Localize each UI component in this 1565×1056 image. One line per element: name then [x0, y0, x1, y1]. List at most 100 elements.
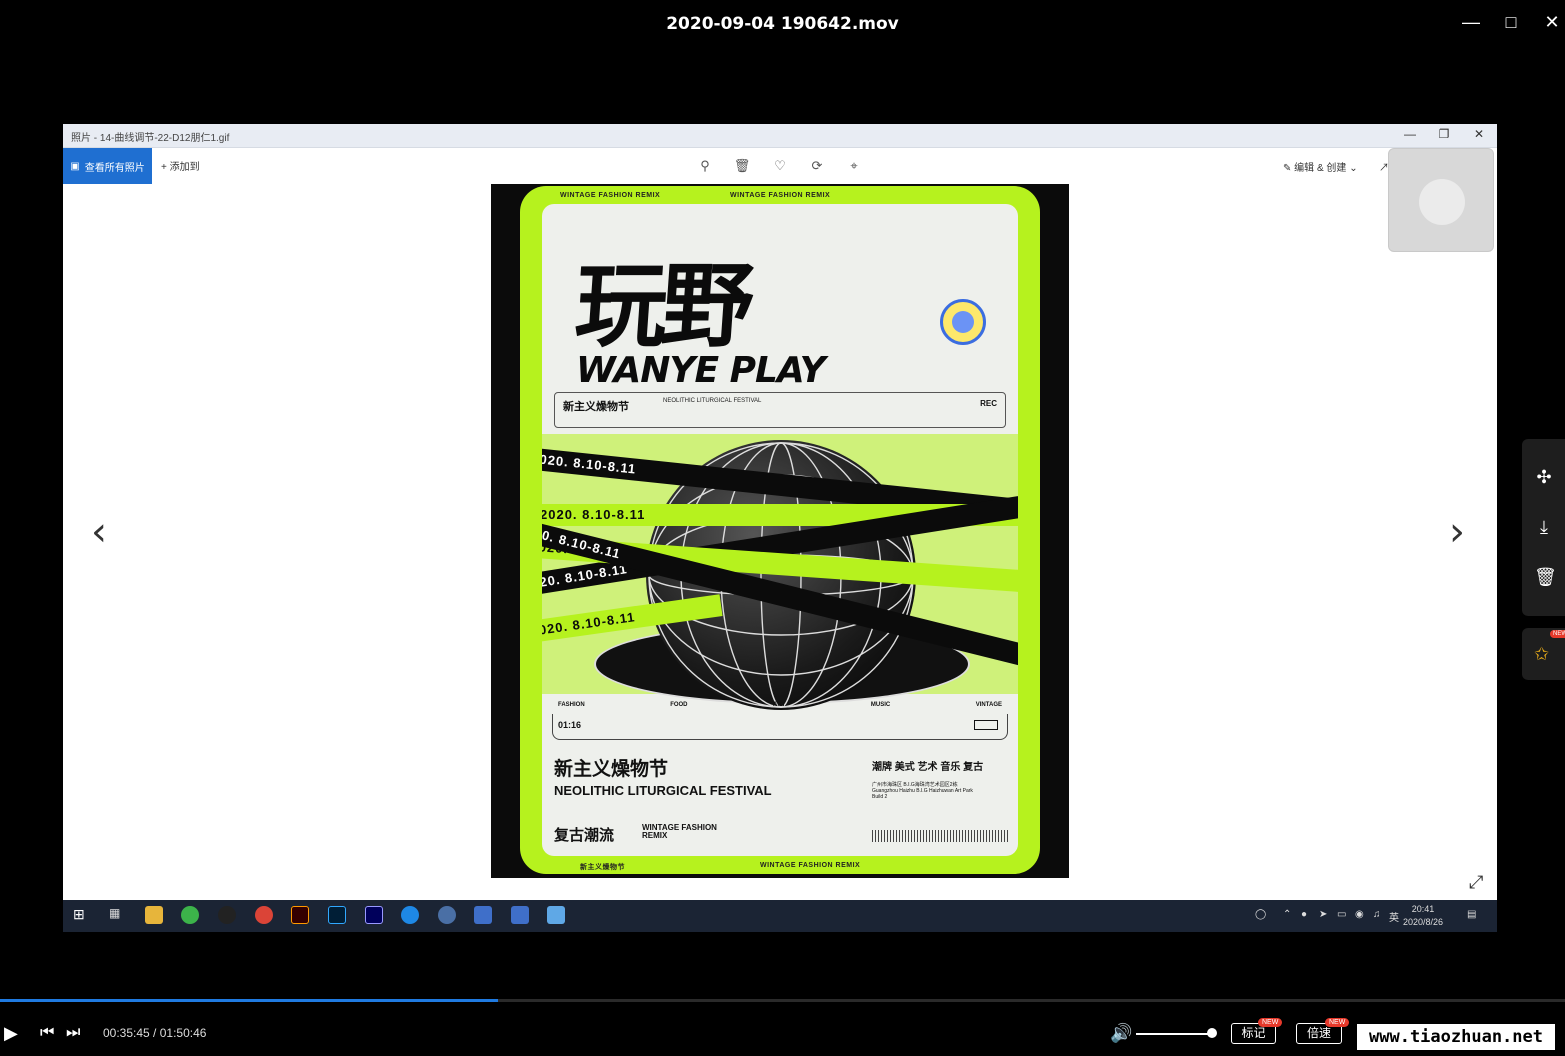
- scale-time: 01:16: [558, 720, 582, 730]
- speaker-icon: ♫: [1373, 909, 1381, 920]
- rotate-icon: ⟳: [811, 158, 823, 173]
- video-player-window: 2020-09-04 190642.mov — □ ✕ 照片 - 14-曲线调节…: [0, 0, 1565, 1056]
- file-explorer-icon: [145, 906, 163, 924]
- scale-label: ART: [773, 702, 786, 708]
- illustrator-icon: [291, 906, 309, 924]
- photos-app-icon: [547, 906, 565, 924]
- poster-edge-text-top: WINTAGE FASHION REMIX: [730, 192, 831, 199]
- minimize-icon[interactable]: —: [1458, 10, 1484, 34]
- scale-frame: [552, 714, 1008, 740]
- poster-background: WINTAGE FASHION REMIX WINTAGE FASHION RE…: [520, 186, 1040, 874]
- qq-icon: [218, 906, 236, 924]
- chrome-icon: [255, 906, 273, 924]
- close-icon[interactable]: ✕: [1539, 10, 1565, 34]
- photos-restore-icon: ❐: [1438, 127, 1450, 141]
- taskbar-date: 2020/8/26: [1403, 917, 1444, 927]
- photos-app-titlebar: 照片 - 14-曲线调节-22-D12朋仁1.gif — ❐ ✕: [63, 124, 1497, 148]
- browser-icon: [401, 906, 419, 924]
- seek-bar-fill: [0, 999, 498, 1002]
- expand-icon: ⤢: [1469, 872, 1484, 892]
- time-separator: /: [149, 1026, 160, 1040]
- poster-edge-text-bottom-cn: 新主义燥物节: [580, 864, 625, 871]
- poster-scale-bar: FASHION FOOD ART MUSIC VINTAGE 01:16: [552, 702, 1008, 740]
- poster-info-box: 新主义燥物节 NEOLITHIC LITURGICAL FESTIVAL REC: [554, 392, 1006, 428]
- play-icon[interactable]: ▶: [4, 1023, 18, 1044]
- plus-icon: +: [161, 162, 167, 173]
- chevron-down-icon: ⌄: [1349, 163, 1358, 174]
- poster-date: 2020. 8.10-8.11: [542, 507, 646, 522]
- people-icon: ◯: [1255, 909, 1267, 920]
- new-badge: NEW: [1325, 1018, 1350, 1027]
- volume-slider[interactable]: [1136, 1033, 1212, 1035]
- volume-icon[interactable]: 🔊: [1110, 1023, 1132, 1044]
- seek-bar[interactable]: [0, 999, 1565, 1002]
- new-badge: NEW: [1550, 630, 1565, 638]
- task-view-icon: ▦: [109, 906, 121, 920]
- edit-icon: ✎: [1283, 163, 1292, 174]
- photos-close-icon: ✕: [1473, 127, 1485, 141]
- view-all-photos-label: 查看所有照片: [84, 162, 145, 174]
- previous-photo-icon: ‹: [91, 509, 107, 555]
- microphone-icon: ●: [1301, 909, 1308, 920]
- powerpoint-style-icon: [511, 906, 529, 924]
- share-icon[interactable]: ✣: [1534, 467, 1554, 489]
- trash-icon[interactable]: 🗑: [1534, 567, 1557, 589]
- add-to-label: 添加到: [169, 162, 200, 173]
- poster-rec-label: REC: [980, 399, 997, 408]
- photoshop-icon: [328, 906, 346, 924]
- windows-taskbar: ⊞ ▦ ◯ ⌃ ● ➤ ▭ ◉ ♫ 英 20:41 2020/8/26 ▤: [63, 900, 1497, 932]
- floating-assistive-button: [1388, 148, 1494, 252]
- poster-edge-text-top: WINTAGE FASHION REMIX: [560, 192, 661, 199]
- poster-title-en: NEOLITHIC LITURGICAL FESTIVAL: [554, 783, 772, 798]
- previous-icon[interactable]: ⏮: [40, 1024, 54, 1042]
- video-frame[interactable]: 照片 - 14-曲线调节-22-D12朋仁1.gif — ❐ ✕ ▣ 查看所有照…: [63, 124, 1497, 932]
- photos-toolbar: ▣ 查看所有照片 + 添加到 ⚲ 🗑 ♡ ⟳ ⌖ ✎ 编辑 & 创建 ⌄ ↗ 分…: [63, 148, 1497, 184]
- side-tool-panel: ✣ ⤓ 🗑: [1522, 439, 1565, 616]
- player-controls: ▶ ⏮ ⏭ 00:35:45 / 01:50:46 🔊 标记 NEW 倍速 NE…: [0, 1010, 1565, 1056]
- photo-icon: ▣: [70, 160, 80, 172]
- taskbar-clock: 20:41 2020/8/26: [1403, 903, 1443, 929]
- volume-slider-handle[interactable]: [1207, 1028, 1217, 1038]
- photos-minimize-icon: —: [1404, 127, 1416, 141]
- taskbar-time: 20:41: [1411, 904, 1435, 914]
- wechat-icon: [181, 906, 199, 924]
- windows-start-icon: ⊞: [73, 906, 85, 922]
- player-title-bar: 2020-09-04 190642.mov — □ ✕: [0, 0, 1565, 50]
- poster-address-en: Guangzhou Haizhu B.I.G Haizhuwan Art Par…: [872, 788, 973, 800]
- poster-tags: 潮牌 美式 艺术 音乐 复古: [872, 762, 984, 773]
- playback-time: 00:35:45 / 01:50:46: [103, 1026, 206, 1040]
- poster-hero-cn: 玩野: [571, 253, 752, 360]
- next-photo-icon: ›: [1449, 509, 1465, 555]
- smiley-badge-icon: [940, 299, 986, 345]
- delete-icon: 🗑: [733, 158, 751, 173]
- zoom-icon: ⚲: [700, 158, 710, 173]
- crop-icon: ⌖: [850, 158, 858, 173]
- poster-edge-text-bottom: WINTAGE FASHION REMIX: [760, 862, 861, 869]
- app-icon: [438, 906, 456, 924]
- poster-info-en: NEOLITHIC LITURGICAL FESTIVAL: [663, 398, 762, 404]
- scale-label: VINTAGE: [975, 702, 1002, 708]
- barcode-icon: [872, 830, 1008, 842]
- poster-title-cn: 新主义燥物节: [554, 759, 669, 780]
- scale-label: FASHION: [558, 702, 585, 708]
- current-time: 00:35:45: [103, 1026, 150, 1040]
- assistive-dot-icon: [1419, 179, 1465, 225]
- after-effects-icon: [365, 906, 383, 924]
- powerpoint-style-icon: [474, 906, 492, 924]
- battery-icon: [974, 720, 998, 730]
- pin-button[interactable]: ✩ NEW: [1522, 628, 1565, 680]
- maximize-icon[interactable]: □: [1498, 10, 1524, 34]
- add-to-button: + 添加到: [161, 158, 200, 173]
- poster-panel: 玩野 WANYE PLAY 新主义燥物节 NEOLITHIC LITURGICA…: [542, 204, 1018, 856]
- monitor-icon: ▭: [1337, 909, 1347, 920]
- notification-icon: ▤: [1467, 909, 1477, 920]
- poster-subtitle-en: WINTAGE FASHION REMIX: [642, 823, 717, 840]
- scale-label: FOOD: [670, 702, 688, 708]
- next-icon[interactable]: ⏭: [66, 1024, 80, 1042]
- download-icon[interactable]: ⤓: [1534, 517, 1554, 539]
- total-time: 01:50:46: [159, 1026, 207, 1040]
- poster-subtitle-cn: 复古潮流: [554, 827, 615, 844]
- heart-icon: ♡: [774, 158, 786, 173]
- edit-create-label: 编辑 & 创建: [1294, 163, 1347, 174]
- edit-create-button: ✎ 编辑 & 创建 ⌄: [1283, 159, 1358, 174]
